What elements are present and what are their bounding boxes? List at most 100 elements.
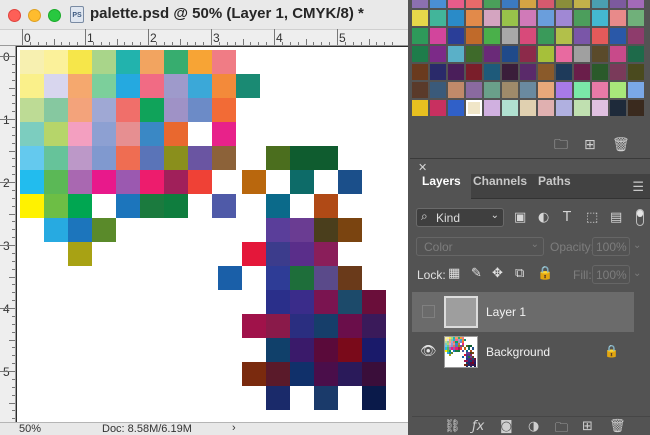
swatch-cell[interactable] (610, 46, 626, 62)
swatch-cell[interactable] (520, 0, 536, 8)
layer-name[interactable]: Background (486, 345, 550, 359)
swatch-cell[interactable] (538, 100, 554, 116)
swatch-cell[interactable] (574, 28, 590, 44)
opacity-input[interactable]: 100% (592, 237, 630, 256)
filter-toggle[interactable] (636, 209, 644, 226)
swatch-cell[interactable] (430, 0, 446, 8)
swatch-cell[interactable] (502, 82, 518, 98)
swatch-cell[interactable] (574, 0, 590, 8)
eye-icon[interactable]: 👁 (420, 344, 437, 359)
swatch-cell[interactable] (502, 10, 518, 26)
fill-chevron-icon[interactable]: ⌄ (633, 268, 641, 279)
zoom-level[interactable]: 50% (19, 423, 41, 435)
swatch-cell[interactable] (448, 0, 464, 8)
swatch-cell[interactable] (520, 28, 536, 44)
swatch-cell[interactable] (412, 10, 428, 26)
swatch-cell[interactable] (574, 100, 590, 116)
swatch-cell[interactable] (520, 46, 536, 62)
swatch-cell[interactable] (592, 46, 608, 62)
swatch-cell[interactable] (448, 100, 464, 116)
fill-input[interactable]: 100% (592, 265, 630, 284)
lock-all-icon[interactable]: 🔒 (537, 266, 553, 281)
swatch-cell[interactable] (610, 10, 626, 26)
swatch-cell[interactable] (430, 64, 446, 80)
document-canvas[interactable] (17, 47, 408, 422)
lock-image-pixels-icon[interactable]: ✎ (471, 266, 482, 281)
status-menu-arrow[interactable]: › (232, 422, 236, 434)
lock-position-icon[interactable]: ✥ (492, 266, 503, 281)
swatch-cell[interactable] (538, 46, 554, 62)
type-filter-icon[interactable]: T (563, 210, 571, 225)
swatch-cell[interactable] (574, 82, 590, 98)
pixel-filter-icon[interactable]: ▣ (514, 210, 526, 225)
swatch-cell[interactable] (556, 100, 572, 116)
swatch-cell[interactable] (466, 82, 482, 98)
opacity-chevron-icon[interactable]: ⌄ (633, 240, 641, 251)
swatch-cell[interactable] (484, 100, 500, 116)
adjustment-layer-icon[interactable]: ◑ (528, 419, 539, 434)
swatch-cell[interactable] (610, 82, 626, 98)
swatch-cell[interactable] (448, 46, 464, 62)
shape-filter-icon[interactable]: ⬚ (586, 210, 598, 225)
layer-filter-select[interactable]: ⌕ Kind ⌄ (416, 208, 504, 227)
swatch-cell[interactable] (502, 64, 518, 80)
swatch-cell[interactable] (466, 28, 482, 44)
swatch-cell[interactable] (430, 82, 446, 98)
close-window-button[interactable] (8, 9, 21, 22)
swatch-cell[interactable] (628, 0, 644, 8)
swatch-cell[interactable] (574, 10, 590, 26)
vertical-ruler[interactable]: 0 1 2 3 4 5 (0, 46, 16, 428)
swatch-cell[interactable] (412, 100, 428, 116)
swatch-cell[interactable] (484, 28, 500, 44)
swatch-cell[interactable] (592, 10, 608, 26)
swatch-cell[interactable] (484, 0, 500, 8)
panel-divider[interactable] (410, 158, 650, 159)
swatch-cell[interactable] (466, 100, 482, 116)
swatch-cell[interactable] (412, 28, 428, 44)
swatch-cell[interactable] (628, 100, 644, 116)
swatch-cell[interactable] (628, 64, 644, 80)
title-bar[interactable]: PS palette.psd @ 50% (Layer 1, CMYK/8) * (0, 0, 408, 30)
swatch-cell[interactable] (412, 0, 428, 8)
swatch-cell[interactable] (412, 46, 428, 62)
swatch-cell[interactable] (430, 10, 446, 26)
swatch-cell[interactable] (466, 64, 482, 80)
swatch-cell[interactable] (610, 0, 626, 8)
swatch-cell[interactable] (484, 46, 500, 62)
tab-channels[interactable]: Channels (463, 174, 537, 199)
swatch-cell[interactable] (574, 46, 590, 62)
add-mask-icon[interactable]: ◙ (500, 419, 513, 434)
new-swatch-icon[interactable]: ⊞ (584, 138, 596, 152)
swatch-cell[interactable] (466, 0, 482, 8)
swatch-cell[interactable] (628, 28, 644, 44)
panel-menu-icon[interactable]: ☰ (632, 180, 644, 195)
swatch-cell[interactable] (628, 10, 644, 26)
swatch-cell[interactable] (448, 10, 464, 26)
swatch-cell[interactable] (574, 64, 590, 80)
swatch-cell[interactable] (484, 64, 500, 80)
swatch-cell[interactable] (592, 28, 608, 44)
swatch-cell[interactable] (538, 64, 554, 80)
swatch-cell[interactable] (430, 28, 446, 44)
swatch-cell[interactable] (592, 82, 608, 98)
swatch-cell[interactable] (628, 82, 644, 98)
horizontal-ruler[interactable]: 012345 (0, 29, 408, 46)
layer-row-background[interactable]: 👁 Background 🔒 (412, 332, 634, 372)
swatch-cell[interactable] (556, 0, 572, 8)
swatch-cell[interactable] (520, 82, 536, 98)
close-panel-icon[interactable]: ✕ (418, 161, 427, 174)
swatch-cell[interactable] (610, 28, 626, 44)
swatch-cell[interactable] (448, 64, 464, 80)
lock-icon[interactable]: 🔒 (604, 344, 619, 358)
swatch-cell[interactable] (502, 28, 518, 44)
swatch-cell[interactable] (538, 82, 554, 98)
layer-name[interactable]: Layer 1 (486, 305, 526, 319)
swatch-cell[interactable] (466, 46, 482, 62)
swatch-cell[interactable] (592, 100, 608, 116)
swatch-cell[interactable] (628, 46, 644, 62)
smart-object-filter-icon[interactable]: ▤ (610, 210, 622, 225)
swatch-cell[interactable] (556, 46, 572, 62)
layer-row-layer-1[interactable]: Layer 1 (412, 292, 634, 332)
swatch-cell[interactable] (412, 64, 428, 80)
swatch-cell[interactable] (412, 82, 428, 98)
